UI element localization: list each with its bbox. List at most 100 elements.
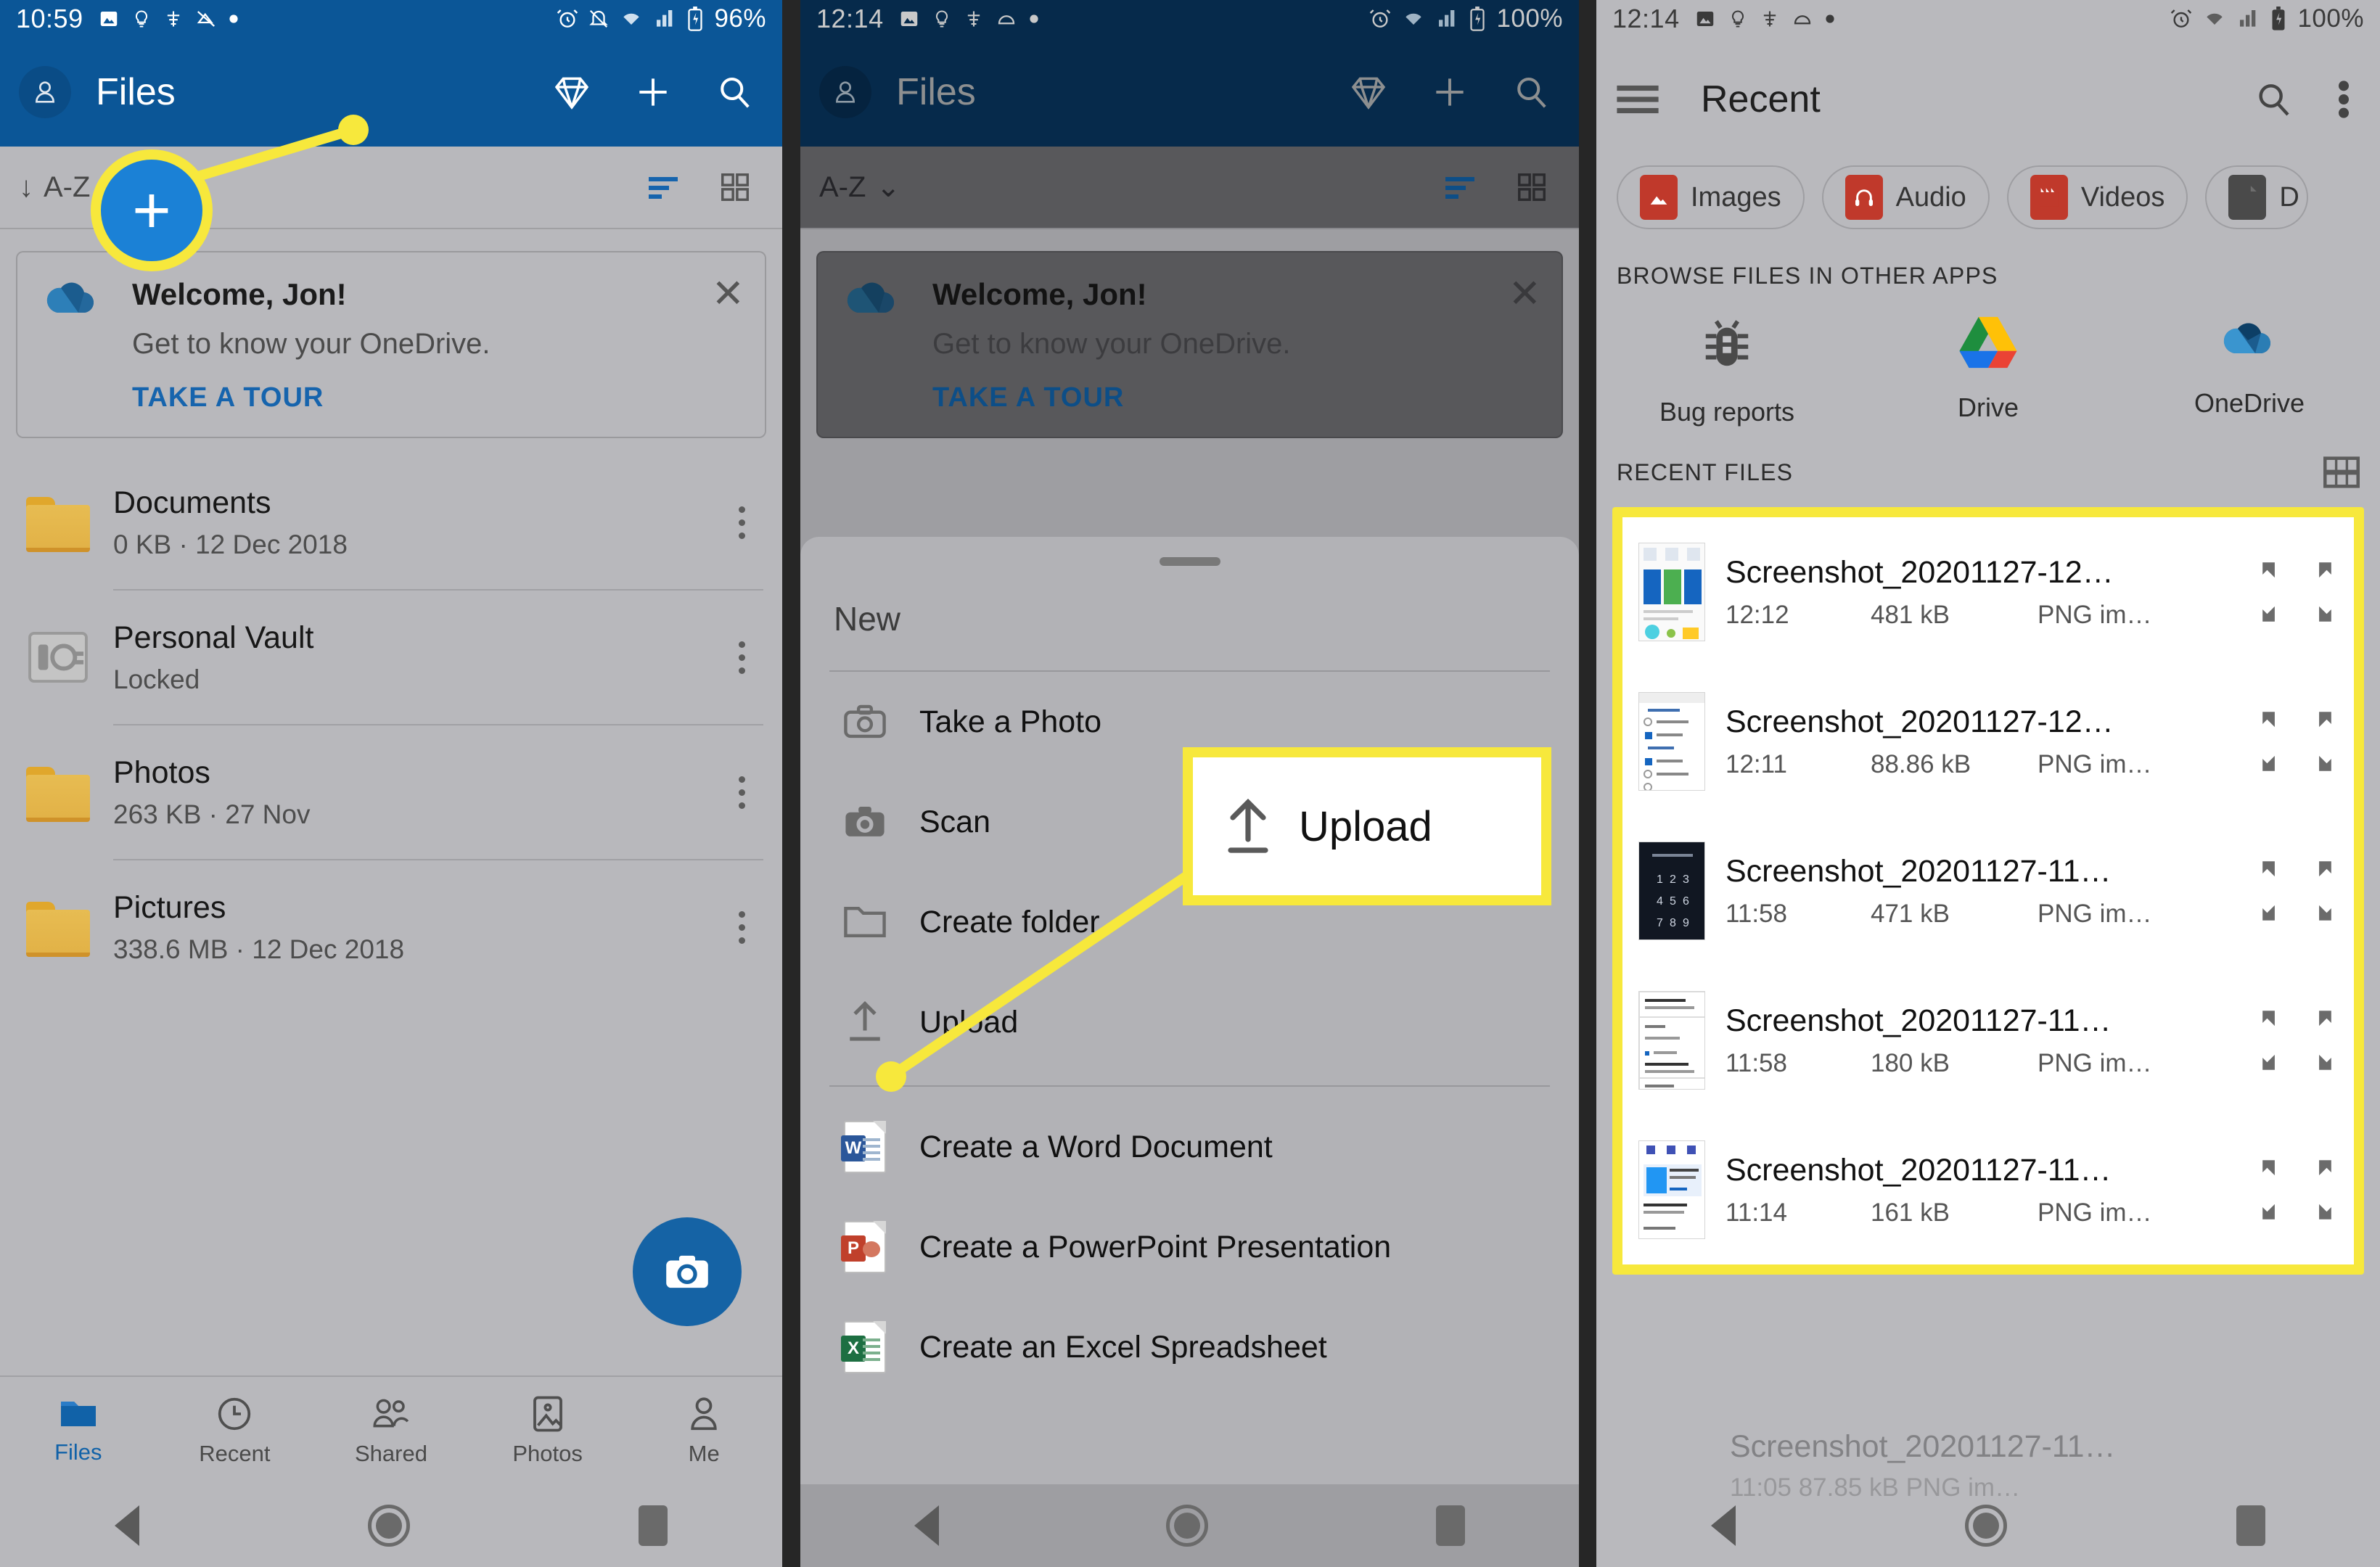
back-icon[interactable] [1711,1505,1736,1546]
folder-icon [19,497,97,552]
grid-view-icon[interactable] [718,170,752,204]
app-drive[interactable]: Drive [1858,314,2119,427]
take-a-tour-link[interactable]: TAKE A TOUR [132,382,687,414]
search-icon[interactable] [1511,73,1550,112]
menu-item-create-powerpoint-presentation[interactable]: P Create a PowerPoint Presentation [800,1197,1579,1297]
android-nav-bar [800,1484,1579,1567]
tab-files[interactable]: Files [0,1396,157,1465]
table-row[interactable]: Personal Vault Locked [0,591,782,724]
welcome-subtitle: Get to know your OneDrive. [132,328,491,360]
page-title: Files [896,71,976,113]
wifi-icon [2202,7,2228,30]
table-row[interactable]: Photos 263 KB · 27 Nov [0,725,782,859]
search-icon[interactable] [2252,79,2293,120]
table-row[interactable]: Pictures 338.6 MB · 12 Dec 2018 [0,860,782,994]
close-icon[interactable]: ✕ [1509,274,1541,313]
sheet-drag-handle[interactable] [1159,557,1220,566]
back-icon[interactable] [114,1505,139,1546]
status-clock: 10:59 [16,4,83,33]
hamburger-icon[interactable] [1615,83,1660,116]
sort-list-icon[interactable] [1443,173,1477,202]
recents-icon[interactable] [1436,1505,1466,1546]
recents-icon[interactable] [2236,1505,2265,1546]
expand-arrows-icon[interactable] [2260,709,2338,774]
file-name: Photos [113,754,210,790]
tab-recent[interactable]: Recent [157,1394,313,1467]
home-icon[interactable] [1166,1505,1209,1547]
expand-arrows-icon[interactable] [2260,858,2338,924]
search-icon[interactable] [714,73,753,112]
image-icon [898,8,920,30]
tab-me[interactable]: Me [625,1394,782,1467]
take-a-tour-link[interactable]: TAKE A TOUR [932,382,1484,414]
camera-fab-button[interactable] [633,1217,742,1326]
tab-photos[interactable]: Photos [469,1394,626,1467]
app-onedrive[interactable]: OneDrive [2119,314,2380,427]
notifications-off-icon [588,7,610,30]
onedrive-icon [38,274,107,414]
page-title: Files [96,71,176,113]
add-icon[interactable] [1429,72,1470,112]
menu-item-label: Take a Photo [919,704,1102,739]
expand-arrows-icon[interactable] [2260,559,2338,625]
file-name: Screenshot_20201127-11… [1726,853,2112,889]
sort-list-icon[interactable] [646,173,681,202]
tab-shared[interactable]: Shared [313,1394,469,1467]
vibrate-icon [996,8,1017,30]
overflow-menu-icon[interactable] [2336,79,2351,120]
screenshot-stage: 10:59 96% Files ↓ A-Z Welcome, Jon! Get … [0,0,2380,1567]
menu-item-upload[interactable]: Upload [800,972,1579,1072]
premium-diamond-icon[interactable] [1348,72,1389,112]
list-item[interactable]: Screenshot_20201127-11… 11:14 161 kB PNG… [1622,1115,2354,1264]
recents-icon[interactable] [639,1505,668,1546]
list-item[interactable]: Screenshot_20201127-12… 12:11 88.86 kB P… [1622,667,2354,816]
chip-documents[interactable]: D [2205,165,2308,229]
home-icon[interactable] [1965,1505,2007,1547]
file-meta: Pictures 338.6 MB · 12 Dec 2018 [113,890,720,965]
chip-videos[interactable]: Videos [2006,165,2188,229]
home-icon[interactable] [367,1505,410,1547]
battery-percent: 100% [1496,4,1563,33]
status-right-cluster: 100% [1368,4,1563,33]
divider [829,1085,1550,1087]
account-avatar[interactable] [19,66,71,118]
file-info: Screenshot_20201127-12… 12:12 481 kB PNG… [1726,555,2260,630]
add-icon[interactable] [633,72,673,112]
overflow-menu-icon[interactable] [720,506,763,539]
expand-arrows-icon[interactable] [2260,1008,2338,1073]
list-item[interactable]: Screenshot_20201127-11… 11:58 180 kB PNG… [1622,966,2354,1115]
sort-label: A-Z [819,170,866,203]
svg-text:9: 9 [1683,917,1689,929]
grid-view-icon[interactable] [2323,456,2360,488]
file-type-chip-row[interactable]: Images Audio Videos D [1596,165,2380,229]
file-info: Screenshot_20201127-11… 11:14 161 kB PNG… [1726,1153,2260,1227]
premium-diamond-icon[interactable] [551,72,592,112]
overflow-menu-icon[interactable] [720,776,763,809]
account-avatar[interactable] [819,66,871,118]
highlight-add-button[interactable]: + [91,149,213,271]
list-item[interactable]: 123 456 789 Screenshot_20201127-11… 11:58 … [1622,816,2354,966]
chevron-down-icon: ⌄ [876,171,900,203]
divider [800,228,1579,229]
table-row[interactable]: Documents 0 KB · 12 Dec 2018 [0,456,782,589]
lightbulb-icon [1728,8,1748,30]
menu-item-create-word-document[interactable]: W Create a Word Document [800,1097,1579,1197]
file-subtitle: Locked [113,664,200,694]
recent-files-heading: RECENT FILES [1617,458,1794,485]
chip-images[interactable]: Images [1617,165,1805,229]
menu-item-create-excel-spreadsheet[interactable]: X Create an Excel Spreadsheet [800,1297,1579,1397]
list-item[interactable]: Screenshot_20201127-12… 12:12 481 kB PNG… [1622,517,2354,667]
back-icon[interactable] [914,1505,939,1546]
grid-view-icon[interactable] [1515,170,1548,204]
welcome-title: Welcome, Jon! [132,277,347,311]
app-bug-reports[interactable]: Bug reports [1596,314,1858,427]
wifi-icon [618,7,644,30]
chip-audio[interactable]: Audio [1821,165,1990,229]
overflow-menu-icon[interactable] [720,910,763,944]
sort-bar-middle[interactable]: A-Z ⌄ [800,147,1579,228]
expand-arrows-icon[interactable] [2260,1157,2338,1222]
tab-label: Shared [355,1441,427,1466]
file-meta: 11:14 161 kB PNG im… [1726,1198,2260,1227]
close-icon[interactable]: ✕ [712,274,744,313]
overflow-menu-icon[interactable] [720,641,763,674]
